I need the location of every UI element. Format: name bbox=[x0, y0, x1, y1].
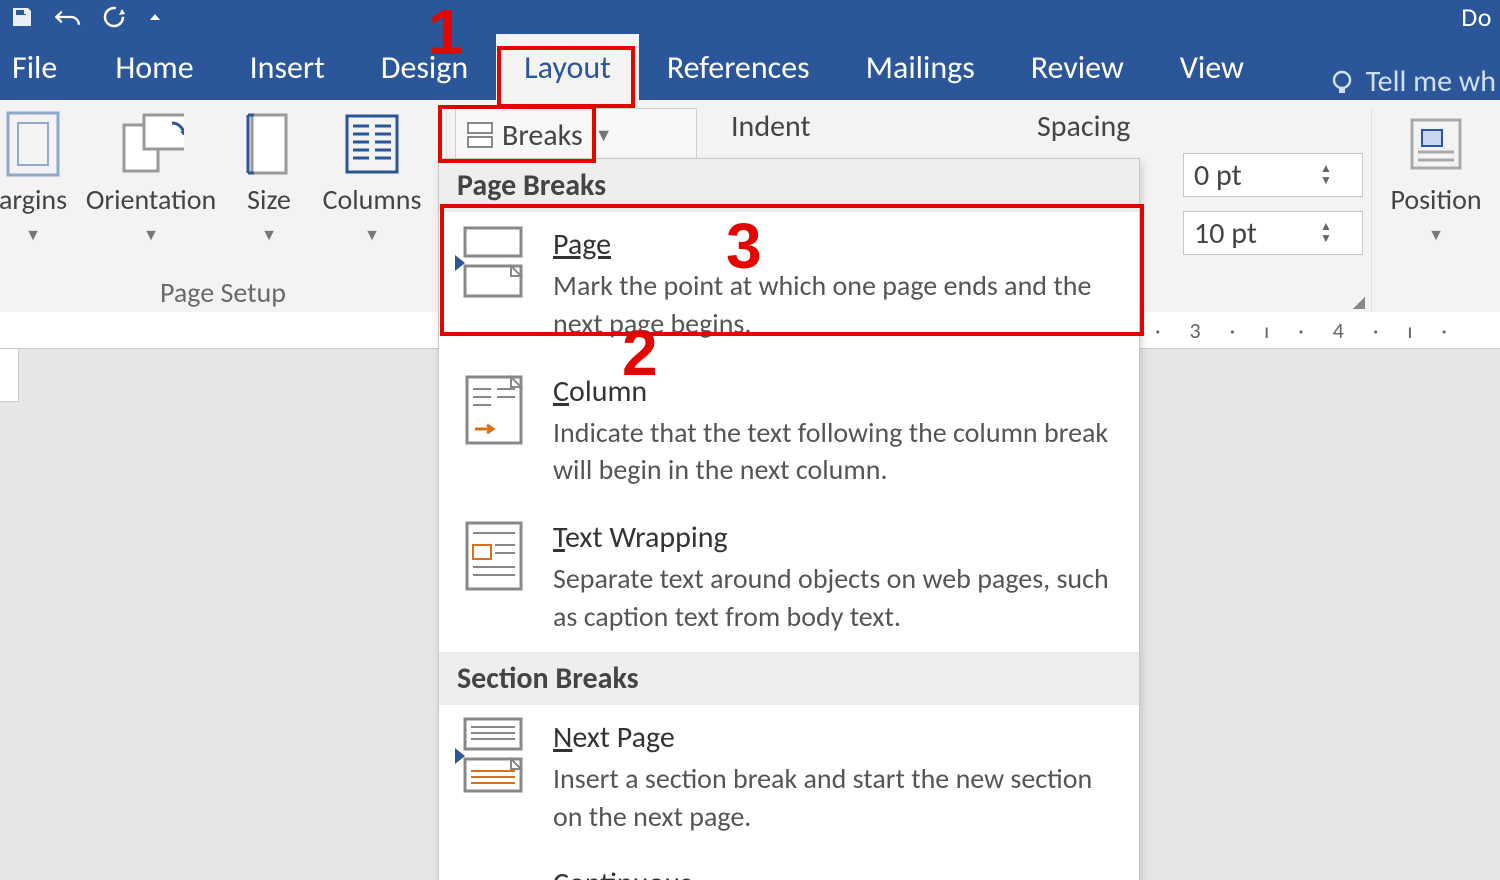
orientation-icon bbox=[118, 108, 184, 180]
tab-insert[interactable]: Insert bbox=[222, 34, 353, 100]
menu-item-title: Text Wrapping bbox=[553, 519, 1121, 556]
spacing-heading: Spacing bbox=[1037, 108, 1130, 145]
tab-file[interactable]: File bbox=[4, 34, 87, 100]
menu-item-title: Next Page bbox=[553, 719, 1121, 756]
tab-home[interactable]: Home bbox=[87, 34, 221, 100]
chevron-down-icon: ▼ bbox=[143, 226, 159, 245]
size-button[interactable]: Size ▼ bbox=[234, 108, 304, 245]
menu-item-next-page-section[interactable]: Next Page Insert a section break and sta… bbox=[439, 705, 1139, 852]
dialog-launcher-icon[interactable]: ◢ bbox=[1353, 292, 1365, 312]
tell-me-search[interactable]: Tell me wh bbox=[1328, 63, 1500, 100]
lightbulb-icon bbox=[1328, 68, 1356, 96]
group-page-setup: argins ▼ Orientation ▼ Size ▼ Columns ▼ … bbox=[0, 108, 447, 320]
menu-item-title: Continuous bbox=[553, 865, 692, 880]
size-icon bbox=[236, 108, 302, 180]
page-edge bbox=[0, 348, 19, 402]
size-label: Size bbox=[247, 186, 291, 214]
indent-heading: Indent bbox=[731, 108, 1011, 145]
margins-button[interactable]: argins ▼ bbox=[0, 108, 68, 245]
quick-access-toolbar: Do bbox=[0, 0, 1500, 34]
menu-item-title: Page bbox=[553, 226, 1121, 263]
column-break-icon bbox=[457, 373, 531, 447]
orientation-button[interactable]: Orientation ▼ bbox=[86, 108, 216, 245]
page-break-icon bbox=[457, 226, 531, 300]
tab-layout[interactable]: Layout bbox=[496, 34, 639, 100]
tab-design[interactable]: Design bbox=[353, 34, 496, 100]
menu-item-desc: Mark the point at which one page ends an… bbox=[553, 267, 1121, 343]
menu-item-text-wrapping-break[interactable]: Text Wrapping Separate text around objec… bbox=[439, 505, 1139, 652]
orientation-label: Orientation bbox=[86, 186, 216, 214]
tab-references[interactable]: References bbox=[639, 34, 838, 100]
menu-item-continuous-section[interactable]: Continuous bbox=[439, 851, 1139, 880]
menu-item-desc: Indicate that the text following the col… bbox=[553, 414, 1121, 490]
menu-header-page-breaks: Page Breaks bbox=[439, 159, 1139, 212]
breaks-icon bbox=[466, 121, 494, 149]
text-wrapping-icon bbox=[457, 519, 531, 593]
group-arrange: Position ▼ bbox=[1372, 108, 1500, 320]
tab-view[interactable]: View bbox=[1152, 34, 1272, 100]
next-page-icon bbox=[457, 719, 531, 793]
spacing-before-input[interactable]: 0 pt ▲▼ bbox=[1183, 153, 1363, 197]
breaks-dropdown-menu: Page Breaks Page Mark the point at which… bbox=[438, 158, 1140, 880]
spacing-after-input[interactable]: 10 pt ▲▼ bbox=[1183, 211, 1363, 255]
columns-label: Columns bbox=[323, 186, 422, 214]
undo-icon[interactable] bbox=[54, 3, 82, 31]
columns-button[interactable]: Columns ▼ bbox=[322, 108, 422, 245]
chevron-down-icon: ▼ bbox=[1428, 226, 1444, 245]
position-label: Position bbox=[1390, 186, 1481, 214]
spinner-arrows-icon[interactable]: ▲▼ bbox=[1314, 163, 1338, 187]
breaks-button[interactable]: Breaks ▼ bbox=[455, 108, 697, 162]
continuous-icon bbox=[457, 865, 531, 880]
tab-mailings[interactable]: Mailings bbox=[838, 34, 1003, 100]
position-button[interactable]: Position ▼ bbox=[1387, 108, 1485, 245]
margins-label: argins bbox=[0, 186, 67, 214]
menu-header-section-breaks: Section Breaks bbox=[439, 652, 1139, 705]
document-title: Do bbox=[1461, 1, 1492, 33]
spacing-before-value: 0 pt bbox=[1184, 157, 1314, 194]
menu-item-page-break[interactable]: Page Mark the point at which one page en… bbox=[439, 212, 1139, 359]
chevron-down-icon: ▼ bbox=[25, 226, 41, 245]
chevron-down-icon: ▼ bbox=[261, 226, 277, 245]
chevron-down-icon: ▼ bbox=[595, 124, 613, 146]
position-icon bbox=[1403, 108, 1469, 180]
menu-item-desc: Insert a section break and start the new… bbox=[553, 760, 1121, 836]
tab-review[interactable]: Review bbox=[1003, 34, 1152, 100]
tell-me-label: Tell me wh bbox=[1366, 63, 1496, 100]
menu-item-title: Column bbox=[553, 373, 1121, 410]
chevron-down-icon: ▼ bbox=[364, 226, 380, 245]
spacing-after-value: 10 pt bbox=[1184, 215, 1314, 252]
breaks-label: Breaks bbox=[502, 117, 583, 154]
menu-item-column-break[interactable]: Column Indicate that the text following … bbox=[439, 359, 1139, 506]
margins-icon bbox=[0, 108, 66, 180]
qat-customize-icon[interactable] bbox=[146, 3, 164, 31]
spinner-arrows-icon[interactable]: ▲▼ bbox=[1314, 221, 1338, 245]
columns-icon bbox=[339, 108, 405, 180]
redo-icon[interactable] bbox=[100, 3, 128, 31]
menu-item-desc: Separate text around objects on web page… bbox=[553, 560, 1121, 636]
save-icon[interactable] bbox=[8, 3, 36, 31]
ribbon-tabs: File Home Insert Design Layout Reference… bbox=[0, 34, 1500, 100]
